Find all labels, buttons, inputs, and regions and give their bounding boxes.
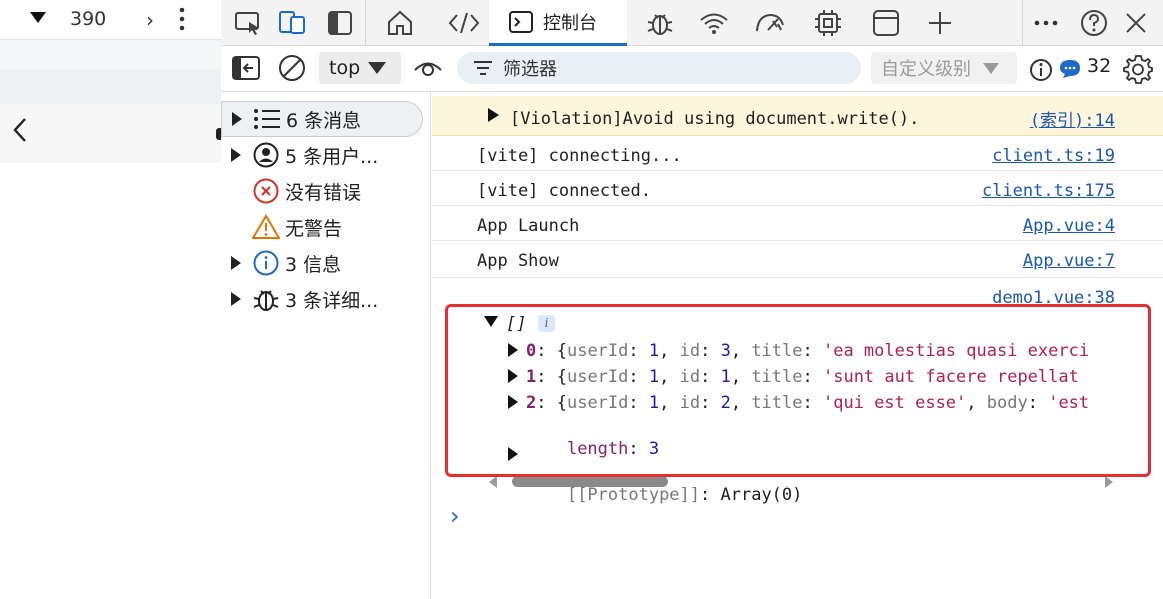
sources-icon[interactable] [445, 4, 483, 42]
sidebar-item-errors[interactable]: 没有错误 [221, 173, 423, 209]
expand-triangle-icon [221, 292, 247, 306]
log-text: App Show [477, 251, 559, 271]
device-header-strip [0, 70, 221, 104]
help-icon[interactable] [1075, 4, 1113, 42]
expand-triangle-icon [221, 148, 247, 162]
log-levels-label: 自定义级别 [881, 59, 971, 80]
inspect-icon[interactable] [229, 4, 267, 42]
chevron-right-icon[interactable]: › [146, 8, 154, 32]
tab-console-label: 控制台 [543, 12, 597, 34]
filter-input[interactable]: 筛选器 [457, 52, 861, 84]
bug-icon [247, 285, 285, 313]
live-expression-icon[interactable] [409, 49, 447, 87]
list-icon [248, 108, 286, 130]
console-prompt-icon[interactable]: › [450, 502, 460, 530]
sidebar-item-label: 5 条用户... [285, 145, 379, 168]
bug-icon[interactable] [641, 4, 679, 42]
expand-triangle-icon [221, 256, 247, 270]
more-icon[interactable] [1027, 4, 1065, 42]
violation-source-link[interactable]: (索引):14 [1030, 106, 1115, 131]
settings-gear-icon[interactable] [1123, 54, 1153, 84]
sidebar-item-label: 3 信息 [285, 253, 342, 276]
sidebar-item-info[interactable]: 3 信息 [221, 245, 423, 281]
user-icon [247, 142, 285, 168]
info-icon [247, 250, 285, 276]
sidebar-item-label: 3 条详细... [285, 289, 379, 312]
expand-triangle-icon[interactable] [488, 108, 499, 122]
context-select[interactable]: top [319, 52, 401, 84]
sidebar-item-label: 无警告 [285, 217, 343, 240]
console-sidebar: 6 条消息 5 条用户... 没有错误 无警告 3 信息 3 条详细... [221, 92, 431, 599]
scrollbar-thumb[interactable] [512, 476, 668, 487]
close-icon[interactable] [1117, 4, 1155, 42]
add-tab-icon[interactable] [921, 4, 959, 42]
issues-info-icon[interactable] [1029, 58, 1053, 82]
filter-placeholder: 筛选器 [503, 59, 557, 80]
dropdown-caret-icon [983, 62, 999, 74]
log-text: [vite] connected. [477, 181, 651, 201]
log-source-link[interactable]: client.ts:175 [982, 181, 1115, 201]
dropdown-caret-icon [368, 62, 387, 74]
log-source-link[interactable]: client.ts:19 [992, 146, 1115, 166]
device-emulation-icon[interactable] [273, 4, 311, 42]
device-status-strip [0, 40, 221, 70]
log-levels-select[interactable]: 自定义级别 [871, 52, 1017, 84]
message-count: 32 [1087, 55, 1112, 77]
device-nav-bar [0, 104, 222, 162]
back-arrow-icon[interactable] [12, 116, 28, 144]
sidebar-item-label: 没有错误 [285, 181, 362, 204]
sidebar-item-messages[interactable]: 6 条消息 [221, 101, 423, 137]
more-vertical-icon[interactable] [176, 6, 188, 32]
sidebar-toggle-icon[interactable] [321, 4, 359, 42]
log-message: App Show App.vue:7 [432, 241, 1163, 278]
console-toolbar: top 筛选器 自定义级别 32 [221, 46, 1163, 92]
log-message: [vite] connected. client.ts:175 [432, 171, 1163, 206]
highlight-box [445, 304, 1151, 477]
violation-message[interactable]: [Violation]Avoid using document.write().… [432, 96, 1163, 136]
warning-icon [247, 214, 285, 240]
performance-icon[interactable] [751, 4, 789, 42]
console-icon [509, 10, 533, 33]
log-source-link[interactable]: App.vue:4 [1023, 216, 1115, 236]
error-icon [247, 178, 285, 204]
network-icon[interactable] [695, 4, 733, 42]
violation-text: [Violation]Avoid using document.write(). [510, 109, 920, 129]
horizontal-scrollbar[interactable] [489, 475, 1115, 489]
show-sidebar-icon[interactable] [227, 49, 265, 87]
filter-icon [473, 60, 493, 76]
device-toolbar: 390 › [0, 0, 221, 40]
clear-console-icon[interactable] [273, 49, 311, 87]
application-icon[interactable] [867, 4, 905, 42]
log-source-link[interactable]: App.vue:7 [1023, 251, 1115, 271]
devtools-main-toolbar: 控制台 [221, 0, 1163, 46]
sidebar-item-verbose[interactable]: 3 条详细... [221, 281, 423, 317]
expand-triangle-icon [222, 112, 248, 126]
log-message: App Launch App.vue:4 [432, 206, 1163, 241]
tab-console[interactable]: 控制台 [489, 0, 627, 46]
dropdown-caret-icon[interactable] [30, 12, 46, 24]
cpu-icon[interactable] [809, 4, 847, 42]
device-width-value[interactable]: 390 [70, 8, 106, 30]
log-message: [vite] connecting... client.ts:19 [432, 136, 1163, 171]
log-text: App Launch [477, 216, 580, 236]
device-preview-pane: 390 › [0, 0, 222, 599]
sidebar-item-label: 6 条消息 [286, 109, 362, 132]
context-select-value: top [329, 57, 361, 79]
sidebar-item-warnings[interactable]: 无警告 [221, 209, 423, 245]
log-text: [vite] connecting... [477, 146, 682, 166]
home-icon[interactable] [381, 4, 419, 42]
message-bubble-icon [1059, 59, 1081, 79]
sidebar-item-user-messages[interactable]: 5 条用户... [221, 137, 423, 173]
